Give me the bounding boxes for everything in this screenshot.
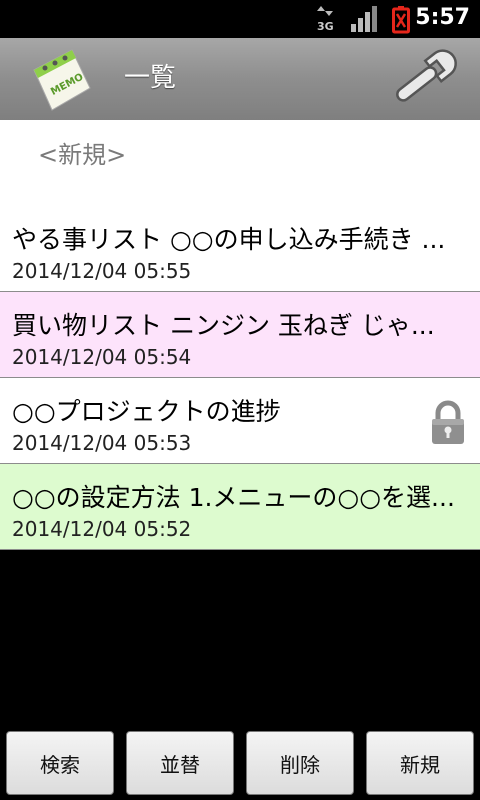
bottom-toolbar: 検索 並替 削除 新規 (0, 726, 480, 800)
page-title: 一覧 (124, 63, 177, 93)
sort-button[interactable]: 並替 (126, 731, 234, 795)
memo-date: 2014/12/04 05:52 (12, 517, 192, 541)
memo-list-item[interactable]: 買い物リスト ニンジン 玉ねぎ じゃ... 2014/12/04 05:54 (0, 292, 480, 378)
network-3g-icon: 3G (317, 6, 334, 32)
memo-preview-text: ○○の設定方法 1.メニューの○○を選... (12, 483, 455, 512)
wrench-settings-icon[interactable] (388, 48, 458, 110)
memo-preview-text: ○○プロジェクトの進捗 (12, 397, 281, 426)
memo-list: やる事リスト ○○の申し込み手続き ... 2014/12/04 05:55 買… (0, 206, 480, 550)
svg-text:3G: 3G (317, 20, 334, 32)
status-bar: 3G 5:57 (0, 0, 480, 38)
memo-list-item[interactable]: やる事リスト ○○の申し込み手続き ... 2014/12/04 05:55 (0, 206, 480, 292)
lock-icon (432, 400, 464, 444)
signal-strength-icon (351, 6, 377, 32)
memo-list-item[interactable]: ○○プロジェクトの進捗 2014/12/04 05:53 (0, 378, 480, 464)
memo-date: 2014/12/04 05:54 (12, 345, 192, 369)
battery-alert-icon (392, 6, 410, 34)
search-button[interactable]: 検索 (6, 731, 114, 795)
memo-calendar-logo-icon: MEMO (33, 49, 91, 111)
new-button[interactable]: 新規 (366, 731, 474, 795)
new-memo-row[interactable]: <新規> (0, 120, 480, 207)
memo-preview-text: 買い物リスト ニンジン 玉ねぎ じゃ... (12, 311, 435, 340)
title-bar: MEMO 一覧 (0, 38, 480, 120)
memo-date: 2014/12/04 05:53 (12, 431, 192, 455)
status-clock: 5:57 (415, 5, 470, 30)
new-memo-label: <新規> (38, 141, 127, 169)
delete-button[interactable]: 削除 (246, 731, 354, 795)
memo-preview-text: やる事リスト ○○の申し込み手続き ... (12, 225, 446, 254)
memo-list-item[interactable]: ○○の設定方法 1.メニューの○○を選... 2014/12/04 05:52 (0, 464, 480, 550)
memo-date: 2014/12/04 05:55 (12, 259, 192, 283)
